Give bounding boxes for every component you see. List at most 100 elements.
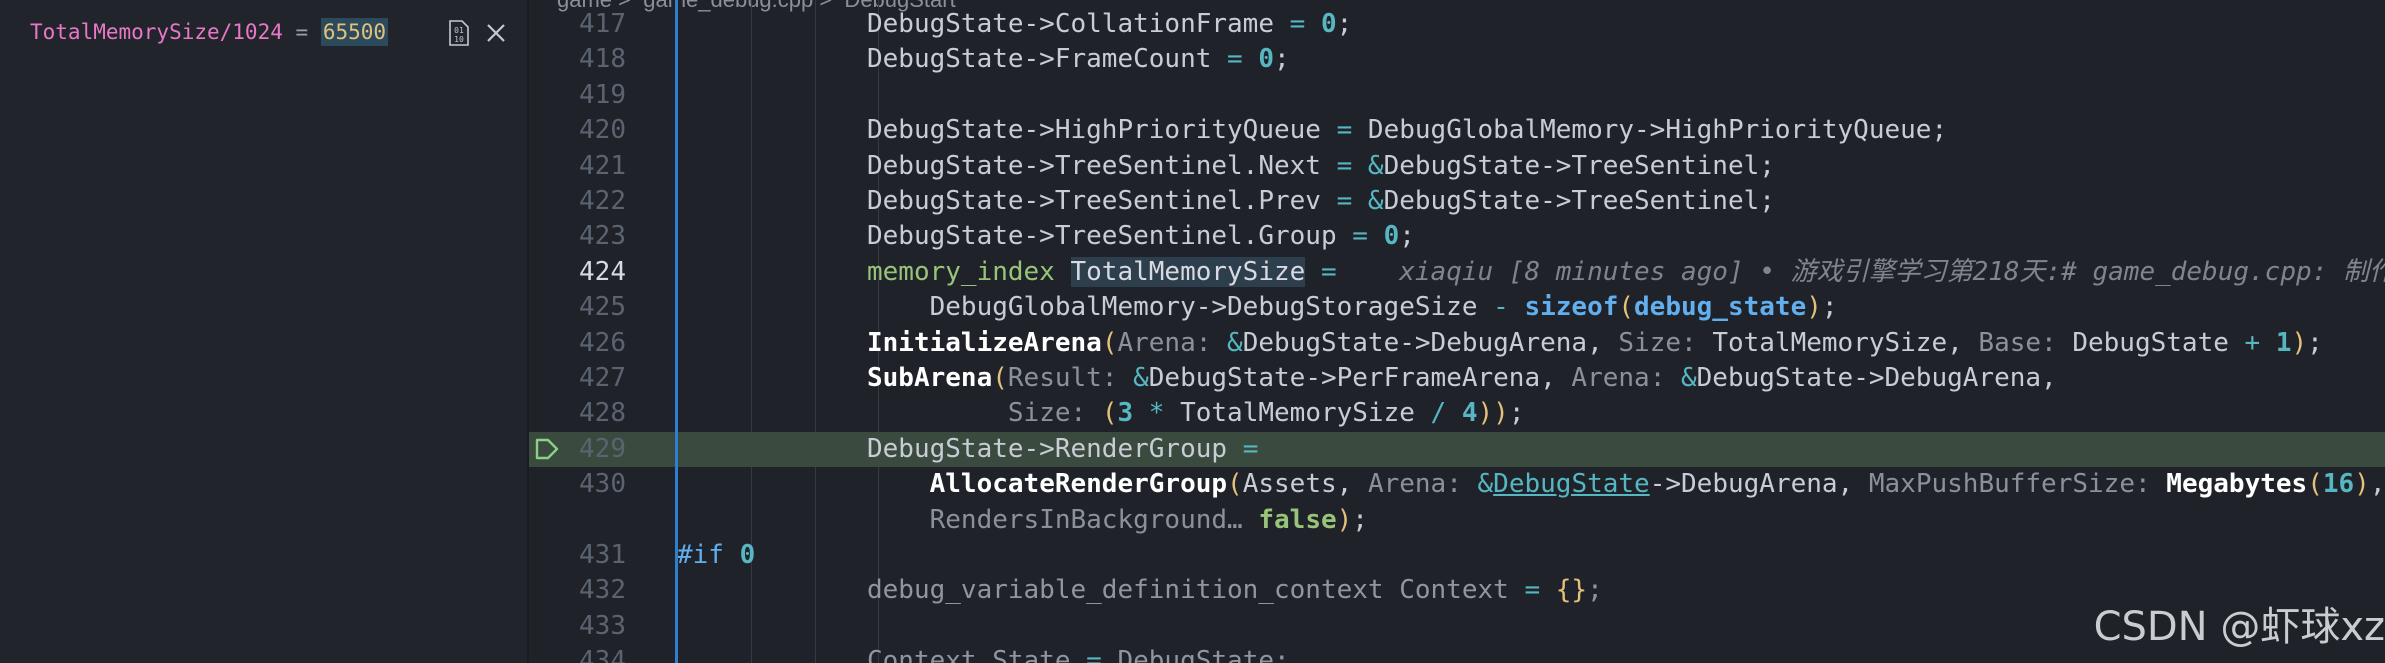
code-token: ( bbox=[1227, 469, 1243, 500]
code-text[interactable]: DebugGlobalMemory->DebugStorageSize - si… bbox=[867, 290, 1838, 325]
code-text[interactable]: DebugState->TreeSentinel.Next = &DebugSt… bbox=[867, 149, 1775, 184]
code-line[interactable]: 428 Size: (3 * TotalMemorySize / 4)); bbox=[529, 396, 2385, 431]
close-icon[interactable] bbox=[484, 20, 508, 46]
code-text[interactable]: memory_index TotalMemorySize = xiaqiu [8… bbox=[867, 255, 2385, 290]
code-token: ( bbox=[1618, 292, 1635, 323]
code-token: = bbox=[1352, 221, 1384, 252]
code-line[interactable]: RendersInBackground… false); bbox=[529, 503, 2385, 538]
line-number[interactable]: 427 bbox=[529, 361, 626, 396]
line-number[interactable]: 425 bbox=[529, 290, 626, 325]
code-token: 4 bbox=[1461, 398, 1478, 429]
code-text[interactable]: DebugState->TreeSentinel.Prev = &DebugSt… bbox=[867, 184, 1775, 219]
code-text[interactable]: InitializeArena(Arena: &DebugState->Debu… bbox=[867, 326, 2323, 361]
code-token: DebugState->FrameCount bbox=[867, 44, 1228, 75]
code-line[interactable]: 430 AllocateRenderGroup(Assets, Arena: &… bbox=[529, 467, 2385, 502]
code-token: 0 bbox=[1258, 44, 1274, 75]
code-text[interactable]: SubArena(Result: &DebugState->PerFrameAr… bbox=[867, 361, 2057, 396]
code-token: DebugState->RenderGroup bbox=[867, 433, 1243, 464]
code-token: = bbox=[1242, 433, 1259, 464]
code-token: 0 bbox=[1383, 221, 1400, 252]
line-number[interactable]: 421 bbox=[529, 149, 626, 184]
code-token: ; bbox=[2307, 327, 2323, 358]
line-number[interactable]: 432 bbox=[529, 573, 626, 608]
line-number[interactable]: 426 bbox=[529, 326, 626, 361]
line-number[interactable]: 433 bbox=[529, 609, 626, 644]
code-line[interactable]: 431 #if 0 bbox=[529, 538, 2385, 573]
code-token: Result: bbox=[1007, 363, 1134, 393]
code-text[interactable]: Size: (3 * TotalMemorySize / 4)); bbox=[867, 396, 1525, 431]
code-token: memory_index bbox=[867, 256, 1071, 287]
binary-icon-top: 01 bbox=[454, 26, 464, 35]
code-token: Context.State bbox=[867, 646, 1087, 663]
code-line[interactable]: 421 DebugState->TreeSentinel.Next = &Debu… bbox=[529, 149, 2385, 184]
code-text[interactable]: AllocateRenderGroup(Assets, Arena: &Debu… bbox=[867, 467, 2385, 502]
code-line[interactable]: 422 DebugState->TreeSentinel.Prev = &Debu… bbox=[529, 184, 2385, 219]
code-line[interactable]: 429 DebugState->RenderGroup = bbox=[529, 431, 2385, 467]
code-line[interactable]: 425 DebugGlobalMemory->DebugStorageSize … bbox=[529, 290, 2385, 325]
line-number[interactable]: 420 bbox=[529, 113, 626, 148]
code-line[interactable]: 423 DebugState->TreeSentinel.Group = 0; bbox=[529, 219, 2385, 254]
code-token: DebugState->DebugArena, bbox=[1696, 363, 2057, 393]
code-line[interactable]: 418 DebugState->FrameCount = 0; bbox=[529, 42, 2385, 77]
code-text[interactable]: DebugState->RenderGroup = bbox=[867, 432, 1258, 467]
code-token: ) bbox=[1806, 292, 1822, 323]
code-token: = & bbox=[1336, 150, 1384, 181]
watch-row[interactable]: TotalMemorySize/1024 = 65500 01 10 bbox=[0, 12, 527, 52]
code-token: 1 bbox=[2275, 327, 2292, 358]
watch-value[interactable]: 65500 bbox=[320, 18, 389, 46]
code-line[interactable]: 417 DebugState->CollationFrame = 0; bbox=[529, 7, 2385, 42]
code-token: & bbox=[1227, 327, 1243, 358]
code-token: = bbox=[1524, 575, 1556, 606]
code-line[interactable]: 426 InitializeArena(Arena: &DebugState->D… bbox=[529, 326, 2385, 361]
code-text[interactable]: debug_variable_definition_context Contex… bbox=[867, 573, 1603, 608]
breakpoint-arrow-icon[interactable] bbox=[534, 438, 560, 460]
code-token: DebugState->HighPriorityQueue bbox=[867, 115, 1337, 146]
line-number[interactable]: 424 bbox=[529, 255, 626, 290]
code-token: ) bbox=[2291, 327, 2308, 358]
binary-format-icon[interactable]: 01 10 bbox=[447, 20, 471, 46]
line-number[interactable]: 434 bbox=[529, 644, 626, 663]
line-number[interactable]: 419 bbox=[529, 78, 626, 113]
code-line[interactable]: 419 bbox=[529, 78, 2385, 113]
code-text[interactable]: RendersInBackground… false); bbox=[867, 503, 1368, 538]
code-text[interactable]: #if 0 bbox=[677, 538, 755, 573]
code-token: DebugState bbox=[2072, 327, 2245, 358]
code-token: AllocateRenderGroup bbox=[929, 469, 1228, 500]
line-number[interactable]: 417 bbox=[529, 7, 626, 42]
line-number[interactable]: 423 bbox=[529, 219, 626, 254]
line-number[interactable]: 418 bbox=[529, 42, 626, 77]
code-token: ) bbox=[1336, 504, 1353, 535]
watch-expression[interactable]: TotalMemorySize/1024 = 65500 bbox=[30, 17, 389, 47]
code-text[interactable]: DebugState->FrameCount = 0; bbox=[867, 42, 1290, 77]
code-line[interactable]: 424 memory_index TotalMemorySize = xiaqiu… bbox=[529, 255, 2385, 290]
scope-indicator-line bbox=[675, 0, 678, 663]
line-number[interactable]: 430 bbox=[529, 467, 626, 502]
line-number[interactable]: 431 bbox=[529, 538, 626, 573]
watch-expression-text[interactable]: TotalMemorySize/1024 bbox=[30, 20, 283, 44]
code-token: ( bbox=[2307, 469, 2323, 500]
line-number[interactable]: 428 bbox=[529, 396, 626, 431]
code-token: InitializeArena bbox=[867, 327, 1102, 358]
code-token: ; bbox=[1274, 44, 1290, 75]
code-token: xiaqiu [8 minutes ago] • 游戏引擎学习第218天:# g… bbox=[1399, 256, 2385, 287]
code-text[interactable]: DebugState->CollationFrame = 0; bbox=[867, 7, 1352, 42]
code-token: ; bbox=[1352, 504, 1368, 535]
code-token: ->DebugArena, bbox=[1649, 469, 1869, 500]
code-token: )) bbox=[1477, 398, 1509, 429]
code-editor[interactable]: game > game_debug.cpp > DebugStart 417De… bbox=[529, 0, 2385, 663]
code-token: DebugState->DebugArena, bbox=[1242, 327, 1619, 358]
code-token: ; bbox=[1821, 292, 1838, 323]
code-token: debug_variable_definition_context bbox=[867, 575, 1400, 606]
code-token: Megabytes bbox=[2166, 469, 2308, 500]
line-number[interactable]: 422 bbox=[529, 184, 626, 219]
code-text[interactable]: Context.State = DebugState; bbox=[867, 644, 1290, 663]
code-token: DebugState->TreeSentinel; bbox=[1383, 186, 1775, 216]
code-text[interactable]: DebugState->HighPriorityQueue = DebugGlo… bbox=[867, 113, 1947, 148]
code-text[interactable]: DebugState->TreeSentinel.Group = 0; bbox=[867, 219, 1415, 254]
code-token: TotalMemorySize bbox=[1180, 398, 1431, 429]
code-token: Base: bbox=[1978, 327, 2073, 358]
code-line[interactable]: 420 DebugState->HighPriorityQueue = Debug… bbox=[529, 113, 2385, 148]
code-line[interactable]: 427 SubArena(Result: &DebugState->PerFram… bbox=[529, 361, 2385, 396]
code-token: 0 bbox=[1320, 9, 1337, 39]
